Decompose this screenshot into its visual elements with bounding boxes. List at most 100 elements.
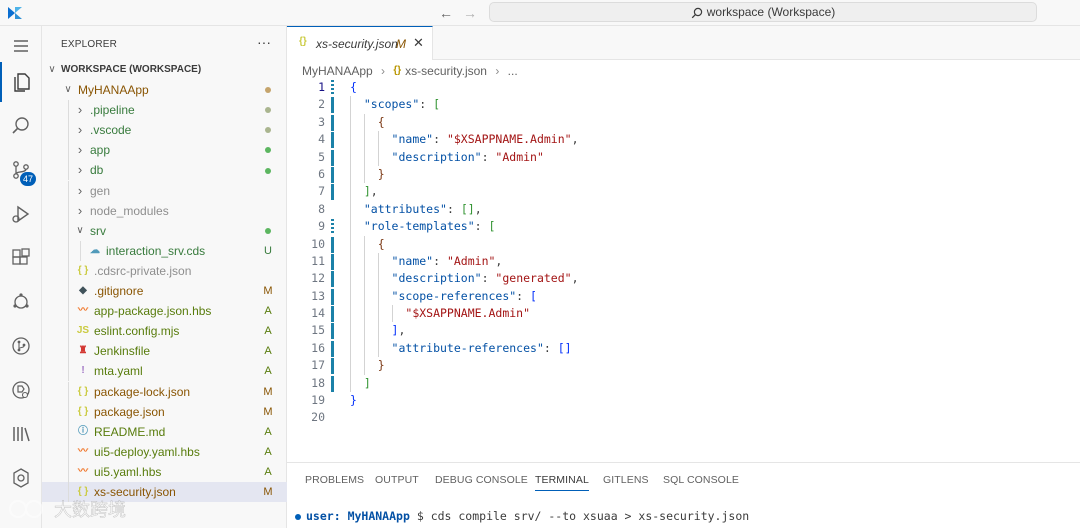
panel-tab-sql-console[interactable]: SQL CONSOLE (663, 474, 739, 486)
tree-item[interactable]: › .pipeline (42, 100, 287, 121)
git-change-marker (331, 253, 334, 270)
source-control-badge: 47 (20, 172, 37, 186)
jenkins-file-icon: ♜ (78, 345, 88, 357)
search-icon[interactable] (0, 106, 42, 146)
tree-item[interactable]: { } package.json M (42, 401, 287, 422)
close-icon[interactable]: ✕ (413, 35, 424, 51)
git-status-badge: A (264, 345, 272, 358)
code-line: 16 "attribute-references": [] (287, 339, 1080, 358)
cds-file-icon: ☁ (90, 244, 100, 256)
tree-item[interactable]: › .vscode (42, 120, 287, 141)
tree-item[interactable]: › app (42, 140, 287, 161)
git-status-dot (263, 100, 273, 120)
code-line: 17 } (287, 357, 1080, 375)
indent-guide (68, 180, 69, 201)
settings-gear-icon[interactable] (0, 458, 42, 498)
git-file-icon: ◆ (79, 285, 87, 297)
terminal-line[interactable]: user: MyHANAApp $ cds compile srv/ --to … (295, 509, 749, 523)
code-text: { (350, 80, 357, 94)
breadcrumb-file[interactable]: xs-security.json (405, 64, 487, 78)
code-line: 9 "role-templates": [ (287, 218, 1080, 236)
extensions-icon[interactable] (0, 238, 42, 278)
bottom-panel: PROBLEMS OUTPUT DEBUG CONSOLE TERMINAL GITLE… (287, 462, 1080, 528)
tab-xs-security-json[interactable]: {} xs-security.json M ✕ (287, 26, 433, 60)
tree-item[interactable]: ! mta.yaml A (42, 361, 287, 382)
git-change-marker (331, 219, 334, 236)
tree-item[interactable]: { } .cdsrc-private.json (42, 260, 287, 281)
git-icon[interactable] (0, 326, 42, 366)
chevron-right-icon: › (77, 202, 83, 218)
explorer-title: EXPLORER (61, 39, 118, 50)
indent-guide (68, 120, 69, 141)
panel-tab-output[interactable]: OUTPUT (375, 474, 419, 486)
command-center-label: workspace (Workspace) (706, 5, 836, 19)
git-change-marker (331, 271, 334, 288)
tree-item-label: eslint.config.mjs (94, 324, 180, 339)
tree-item[interactable]: ◆ .gitignore M (42, 281, 287, 302)
panel-tab-terminal[interactable]: TERMINAL (535, 474, 589, 491)
back-arrow-icon[interactable]: ← (436, 3, 456, 23)
indent-guide (68, 341, 69, 362)
panel-tab-debug-console[interactable]: DEBUG CONSOLE (435, 474, 528, 486)
tree-item[interactable]: ∨ srv (42, 220, 287, 241)
code-text: ] (363, 375, 371, 390)
explorer-header: EXPLORER ··· (42, 26, 287, 62)
code-text: "scope-references": [ (391, 288, 537, 303)
tree-item[interactable]: › db (42, 160, 287, 181)
git-status-badge: A (264, 325, 272, 338)
code-text: { (377, 114, 385, 129)
terminal-prompt: $ (416, 509, 424, 523)
breadcrumb-tail[interactable]: ... (508, 64, 518, 78)
line-number: 9 (318, 219, 325, 234)
code-line: 15 ], (287, 322, 1080, 340)
explorer-icon[interactable] (0, 62, 42, 102)
run-debug-icon[interactable] (0, 194, 42, 234)
forward-arrow-icon[interactable]: → (460, 3, 480, 23)
panel-tab-gitlens[interactable]: GITLENS (603, 474, 649, 486)
tree-item[interactable]: ⓘ README.md A (42, 421, 287, 442)
tree-item[interactable]: 〰 ui5-deploy.yaml.hbs A (42, 441, 287, 462)
tree-item-label: README.md (94, 424, 166, 439)
library-icon[interactable] (0, 414, 42, 454)
deploy-icon[interactable] (0, 370, 42, 410)
code-editor[interactable]: 1{2 "scopes": [3 {4 "name": "$XSAPPNAME.… (287, 79, 1080, 484)
tree-item-label: gen (90, 183, 111, 198)
git-status-badge: M (263, 285, 273, 298)
code-line: 1{ (287, 79, 1080, 96)
hbs-file-icon: 〰 (78, 305, 88, 317)
info-file-icon: ⓘ (78, 425, 88, 437)
code-text: "description": "Admin" (391, 149, 544, 164)
watermark: 大数跨境 (4, 494, 154, 524)
indent-guide (68, 140, 69, 161)
remote-icon[interactable] (0, 282, 42, 322)
workspace-header[interactable]: ∨ WORKSPACE (WORKSPACE) (42, 60, 287, 80)
code-text: } (377, 358, 385, 373)
tree-item[interactable]: 〰 ui5.yaml.hbs A (42, 461, 287, 482)
panel-tab-problems[interactable]: PROBLEMS (305, 474, 364, 486)
tree-item[interactable]: ∨ MyHANAApp (42, 80, 287, 100)
tree-item[interactable]: ♜ Jenkinsfile A (42, 341, 287, 362)
tree-item[interactable]: { } package-lock.json M (42, 381, 287, 402)
menu-icon[interactable] (0, 26, 42, 66)
line-number: 7 (318, 184, 325, 199)
chevron-right-icon: › (77, 142, 83, 158)
tree-item[interactable]: JS eslint.config.mjs A (42, 321, 287, 342)
line-number: 11 (311, 253, 325, 268)
source-control-icon[interactable]: 47 (0, 150, 42, 190)
line-number: 17 (311, 358, 325, 373)
tree-item[interactable]: 〰 app-package.json.hbs A (42, 301, 287, 322)
line-number: 8 (318, 201, 325, 216)
git-change-marker (331, 375, 334, 392)
code-text: "description": "generated", (391, 271, 579, 286)
indent-guide (68, 160, 69, 181)
title-bar: ← → workspace (Workspace) (0, 0, 1080, 26)
indent-guide (80, 240, 81, 261)
more-actions-icon[interactable]: ··· (257, 34, 271, 50)
tree-item[interactable]: ☁ interaction_srv.cds U (42, 240, 287, 261)
command-center-search[interactable]: workspace (Workspace) (489, 2, 1037, 22)
breadcrumb-root[interactable]: MyHANAApp (302, 64, 373, 78)
tree-item-label: .cdsrc-private.json (94, 263, 192, 278)
tree-item[interactable]: › gen (42, 180, 287, 201)
tree-item[interactable]: › node_modules (42, 200, 287, 221)
breadcrumb-separator: › (495, 63, 500, 78)
